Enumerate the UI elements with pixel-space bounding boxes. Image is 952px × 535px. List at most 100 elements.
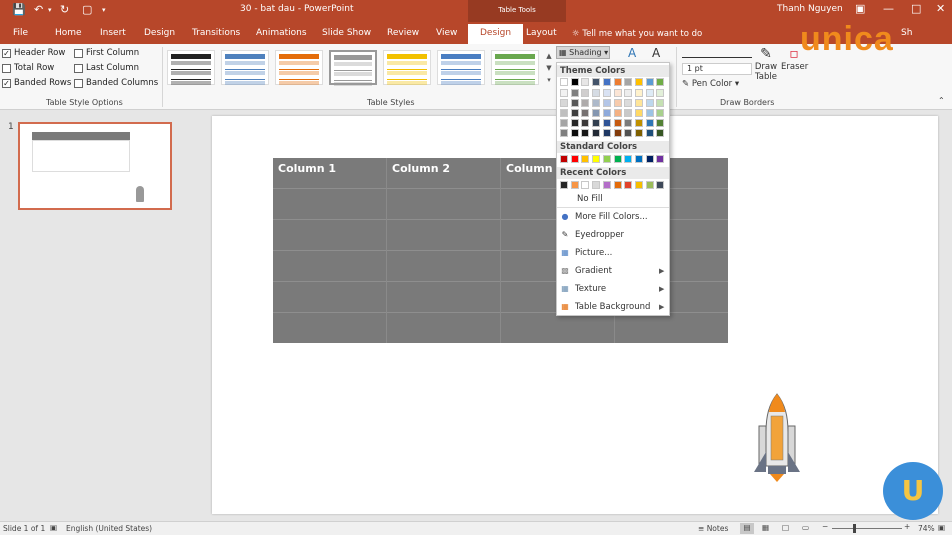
theme-shade-swatch[interactable] [624, 99, 633, 107]
theme-shade-swatch[interactable] [613, 119, 622, 127]
tab-slide-show[interactable]: Slide Show [320, 24, 373, 44]
theme-shade-swatch[interactable] [645, 129, 654, 137]
notes-button[interactable]: ≡ Notes [698, 524, 728, 533]
theme-shade-swatch[interactable] [656, 109, 665, 117]
theme-color-swatch[interactable] [602, 78, 611, 86]
theme-shade-swatch[interactable] [581, 119, 590, 127]
theme-shade-swatch[interactable] [634, 99, 643, 107]
theme-shade-swatch[interactable] [560, 99, 568, 107]
theme-color-swatch[interactable] [634, 78, 643, 86]
tab-file[interactable]: File [11, 24, 30, 44]
table-style-option[interactable] [437, 50, 485, 85]
zoom-slider-thumb[interactable] [853, 524, 856, 533]
recent-color-swatch[interactable] [645, 181, 654, 189]
tab-animations[interactable]: Animations [254, 24, 309, 44]
spelling-icon[interactable]: ▣ [50, 523, 57, 532]
theme-shade-swatch[interactable] [581, 89, 590, 97]
pen-weight-select[interactable]: 1 pt [682, 63, 752, 75]
theme-shade-swatch[interactable] [624, 129, 633, 137]
table-style-option[interactable] [491, 50, 539, 85]
user-name[interactable]: Thanh Nguyen [777, 4, 843, 14]
recent-color-swatch[interactable] [592, 181, 601, 189]
table-style-option[interactable] [167, 50, 215, 85]
standard-color-swatch[interactable] [570, 155, 579, 163]
theme-shade-swatch[interactable] [624, 119, 633, 127]
recent-color-swatch[interactable] [624, 181, 633, 189]
theme-color-swatch[interactable] [613, 78, 622, 86]
tab-transitions[interactable]: Transitions [190, 24, 242, 44]
theme-shade-swatch[interactable] [581, 99, 590, 107]
theme-shade-swatch[interactable] [560, 89, 568, 97]
theme-shade-swatch[interactable] [570, 99, 579, 107]
banded-rows-checkbox[interactable]: ✓ Banded Rows [2, 77, 71, 89]
slide-sorter-icon[interactable]: ▦ [762, 523, 769, 532]
theme-shade-swatch[interactable] [624, 109, 633, 117]
tab-home[interactable]: Home [53, 24, 84, 44]
standard-color-swatch[interactable] [634, 155, 643, 163]
theme-shade-swatch[interactable] [656, 119, 665, 127]
theme-shade-swatch[interactable] [613, 129, 622, 137]
zoom-slider[interactable] [832, 528, 902, 529]
tab-table-design[interactable]: Design [468, 24, 524, 44]
undo-dropdown-icon[interactable]: ▾ [48, 3, 52, 17]
tell-me-search[interactable]: ☼ Tell me what you want to do [572, 29, 702, 39]
ribbon-options-icon[interactable]: ▣ [855, 2, 865, 15]
recent-color-swatch[interactable] [560, 181, 568, 189]
theme-shade-swatch[interactable] [656, 89, 665, 97]
table-style-option[interactable] [275, 50, 323, 85]
tab-insert[interactable]: Insert [98, 24, 128, 44]
theme-shade-swatch[interactable] [602, 109, 611, 117]
theme-shade-swatch[interactable] [645, 109, 654, 117]
standard-color-swatch[interactable] [592, 155, 601, 163]
slide-thumbnail[interactable] [18, 122, 172, 210]
theme-shade-swatch[interactable] [560, 129, 568, 137]
draw-table-button[interactable]: ✎ Draw Table [754, 46, 778, 82]
theme-shade-swatch[interactable] [634, 119, 643, 127]
reading-view-icon[interactable]: □ [782, 523, 789, 532]
tab-table-layout[interactable]: Layout [524, 24, 559, 44]
redo-icon[interactable]: ↻ [60, 3, 69, 17]
theme-shade-swatch[interactable] [592, 109, 601, 117]
more-fill-colors-item[interactable]: More Fill Colors... [575, 210, 648, 224]
theme-shade-swatch[interactable] [613, 99, 622, 107]
minimize-icon[interactable]: — [883, 2, 894, 15]
share-button[interactable]: Sh [901, 28, 912, 38]
tab-design[interactable]: Design [142, 24, 177, 44]
theme-color-swatch[interactable] [570, 78, 579, 86]
column-header-2[interactable]: Column 2 [392, 162, 450, 175]
standard-color-swatch[interactable] [624, 155, 633, 163]
standard-color-swatch[interactable] [602, 155, 611, 163]
zoom-level[interactable]: 74% [918, 524, 935, 533]
no-fill-item[interactable]: No Fill [577, 192, 603, 206]
picture-item[interactable]: Picture... [575, 246, 612, 260]
table-background-item[interactable]: Table Background [575, 300, 650, 314]
recent-color-swatch[interactable] [570, 181, 579, 189]
theme-shade-swatch[interactable] [560, 119, 568, 127]
theme-shade-swatch[interactable] [581, 109, 590, 117]
banded-columns-checkbox[interactable]: Banded Columns [74, 77, 158, 89]
fit-slide-icon[interactable]: ▣ [938, 523, 945, 532]
recent-color-swatch[interactable] [613, 181, 622, 189]
language-status[interactable]: English (United States) [66, 524, 152, 533]
theme-color-swatch[interactable] [592, 78, 601, 86]
theme-shade-swatch[interactable] [570, 119, 579, 127]
standard-color-swatch[interactable] [560, 155, 568, 163]
theme-shade-swatch[interactable] [560, 109, 568, 117]
theme-color-swatch[interactable] [581, 78, 590, 86]
theme-color-swatch[interactable] [656, 78, 665, 86]
theme-shade-swatch[interactable] [602, 129, 611, 137]
normal-view-icon[interactable]: ▤ [740, 523, 754, 534]
standard-color-swatch[interactable] [656, 155, 665, 163]
standard-color-swatch[interactable] [581, 155, 590, 163]
recent-color-swatch[interactable] [581, 181, 590, 189]
theme-shade-swatch[interactable] [645, 89, 654, 97]
theme-shade-swatch[interactable] [634, 89, 643, 97]
close-icon[interactable]: ✕ [936, 2, 945, 15]
save-icon[interactable]: 💾 [12, 3, 26, 17]
theme-shade-swatch[interactable] [645, 99, 654, 107]
table-style-option[interactable] [221, 50, 269, 85]
pen-color-button[interactable]: ✎ Pen Color ▾ [682, 79, 739, 89]
theme-shade-swatch[interactable] [613, 109, 622, 117]
theme-shade-swatch[interactable] [592, 99, 601, 107]
zoom-out-icon[interactable]: − [822, 522, 828, 531]
